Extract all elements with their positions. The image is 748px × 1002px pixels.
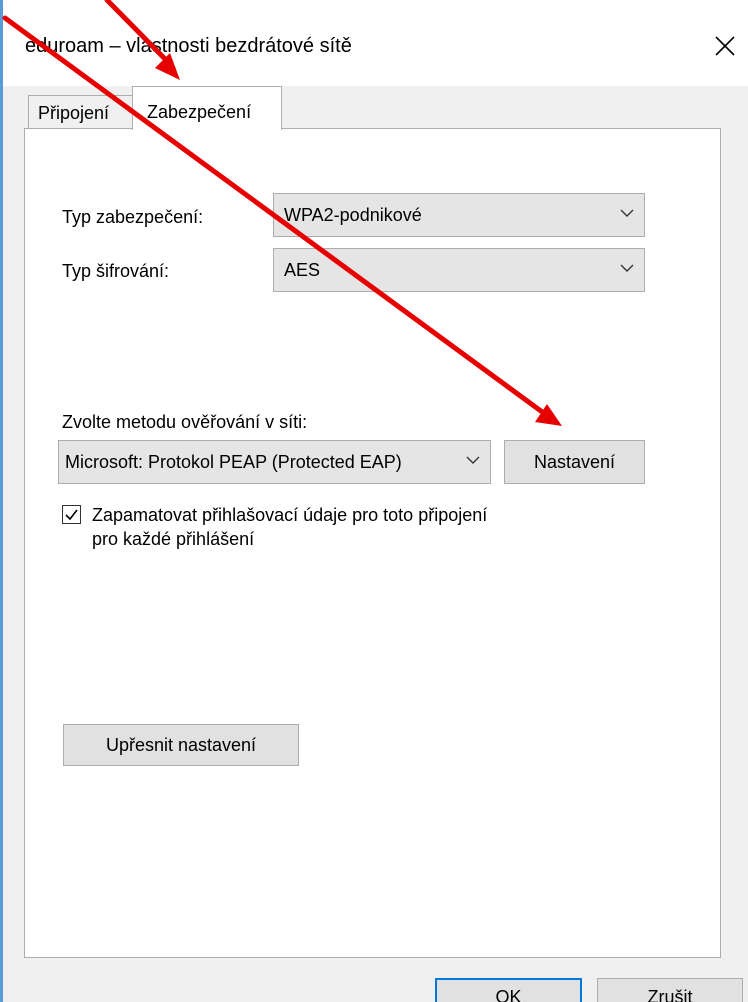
checkmark-icon xyxy=(65,509,78,521)
auth-method-value: Microsoft: Protokol PEAP (Protected EAP) xyxy=(65,452,402,472)
dialog-window: eduroam – vlastnosti bezdrátové sítě Při… xyxy=(0,0,748,1002)
remember-credentials-label[interactable]: Zapamatovat přihlašovací údaje pro toto … xyxy=(92,503,652,551)
settings-button[interactable]: Nastavení xyxy=(504,440,645,484)
chevron-down-icon xyxy=(466,456,480,464)
encryption-type-value: AES xyxy=(284,260,321,280)
tab-label: Připojení xyxy=(38,103,110,123)
remember-credentials-line2: pro každé přihlášení xyxy=(92,529,255,549)
cancel-button[interactable]: Zrušit xyxy=(597,978,743,1002)
security-tab-panel: Typ zabezpečení: WPA2-podnikové Typ šifr… xyxy=(24,128,721,958)
ok-button[interactable]: OK xyxy=(435,978,582,1002)
remember-credentials-line1: Zapamatovat přihlašovací údaje pro toto … xyxy=(92,505,488,525)
auth-method-label: Zvolte metodu ověřování v síti: xyxy=(62,412,308,432)
encryption-type-select[interactable]: AES xyxy=(273,248,645,292)
chevron-down-icon xyxy=(620,264,634,272)
security-type-label: Typ zabezpečení: xyxy=(62,207,204,227)
close-icon xyxy=(715,36,735,56)
security-type-value: WPA2-podnikové xyxy=(284,205,422,225)
window-border xyxy=(0,0,3,1002)
tab-pripojeni[interactable]: Připojení xyxy=(28,95,134,128)
settings-button-label: Nastavení xyxy=(533,452,616,472)
chevron-down-icon xyxy=(620,209,634,217)
close-button[interactable] xyxy=(703,24,747,68)
window-title: eduroam – vlastnosti bezdrátové sítě xyxy=(25,35,352,57)
title-bar[interactable]: eduroam – vlastnosti bezdrátové sítě xyxy=(3,0,748,86)
auth-method-select[interactable]: Microsoft: Protokol PEAP (Protected EAP) xyxy=(58,440,491,484)
security-type-select[interactable]: WPA2-podnikové xyxy=(273,193,645,237)
ok-button-label: OK xyxy=(495,987,522,1002)
remember-credentials-checkbox[interactable] xyxy=(62,505,81,524)
advanced-settings-label: Upřesnit nastavení xyxy=(105,735,257,755)
tab-zabezpeceni[interactable]: Zabezpečení xyxy=(132,86,282,130)
cancel-button-label: Zrušit xyxy=(647,987,693,1002)
advanced-settings-button[interactable]: Upřesnit nastavení xyxy=(63,724,299,766)
encryption-type-label: Typ šifrování: xyxy=(62,261,170,281)
tab-label: Zabezpečení xyxy=(147,102,252,122)
